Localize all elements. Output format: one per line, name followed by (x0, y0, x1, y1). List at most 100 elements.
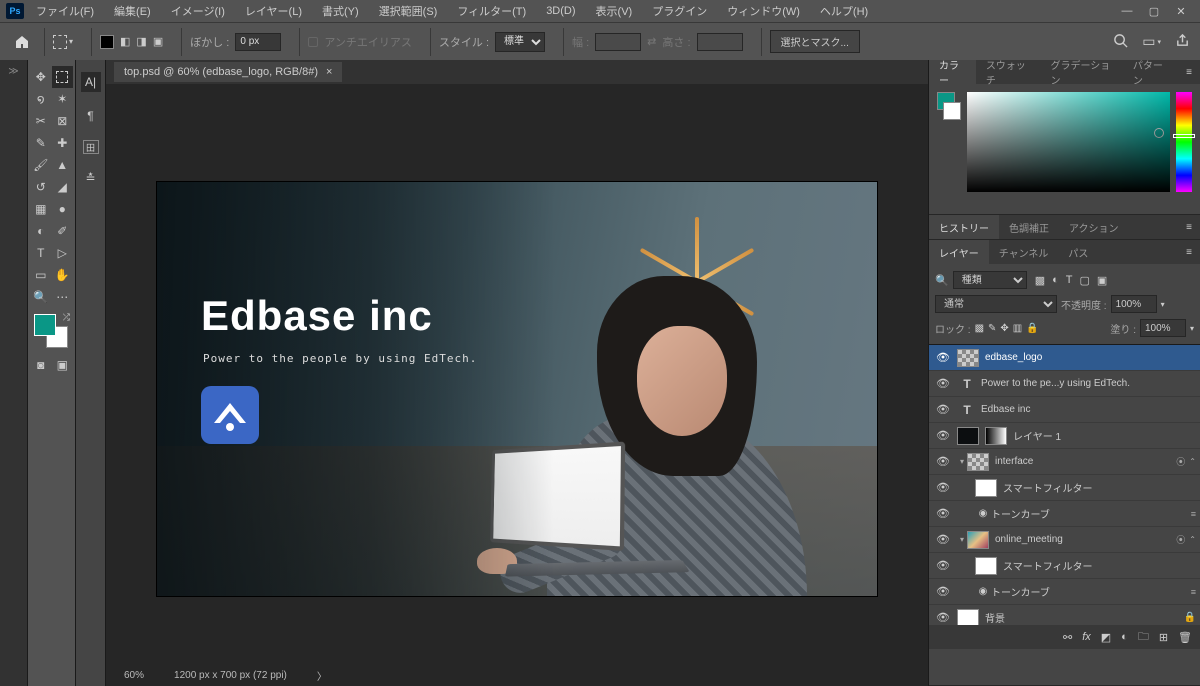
menu-3d[interactable]: 3D(D) (538, 5, 583, 17)
tab-paths[interactable]: パス (1058, 240, 1098, 264)
visibility-toggle-icon[interactable]: 👁 (929, 611, 957, 624)
new-layer-icon[interactable]: ⊞ (1159, 631, 1168, 644)
history-brush-tool-icon[interactable]: ↺ (30, 176, 52, 198)
tab-actions[interactable]: アクション (1059, 215, 1129, 239)
frame-tool-icon[interactable]: ⊠ (52, 110, 74, 132)
visibility-toggle-icon[interactable]: 👁 (929, 377, 957, 390)
filter-settings-icon[interactable]: ≡ (1191, 587, 1196, 597)
tab-adjustments[interactable]: 色調補正 (999, 215, 1059, 239)
filter-settings-icon[interactable]: ≡ (1191, 509, 1196, 519)
visibility-toggle-icon[interactable]: 👁 (929, 585, 957, 598)
filter-pixel-icon[interactable]: ▩ (1035, 274, 1045, 287)
layer-row[interactable]: 👁スマートフィルター (929, 553, 1200, 579)
tab-layers[interactable]: レイヤー (929, 240, 989, 264)
menu-view[interactable]: 表示(V) (588, 3, 641, 19)
move-tool-icon[interactable]: ✥ (30, 66, 52, 88)
dodge-tool-icon[interactable]: ◐ (30, 220, 52, 242)
selection-mode-new[interactable] (100, 35, 114, 49)
opacity-input[interactable] (1111, 295, 1157, 313)
hand-tool-icon[interactable]: ✋ (52, 264, 74, 286)
new-group-icon[interactable]: 🗀 (1138, 628, 1149, 647)
lock-all-icon[interactable]: 🔒 (1026, 323, 1038, 334)
magic-wand-tool-icon[interactable]: ✶ (52, 88, 74, 110)
style-select[interactable]: 標準 (495, 32, 545, 52)
filter-type-icon[interactable]: T (1066, 274, 1073, 287)
layer-mask-icon[interactable]: ◩ (1101, 631, 1111, 644)
filter-adjust-icon[interactable]: ◐ (1052, 274, 1059, 287)
paragraph-panel-icon[interactable]: ¶ (81, 106, 101, 126)
eyedropper-tool-icon[interactable]: ✎ (30, 132, 52, 154)
layer-row[interactable]: 👁背景🔒 (929, 605, 1200, 625)
adjustments-panel-icon[interactable]: ≛ (81, 168, 101, 188)
visibility-toggle-icon[interactable]: 👁 (929, 403, 957, 416)
share-icon[interactable] (1175, 33, 1190, 51)
type-tool-icon[interactable]: T (30, 242, 52, 264)
menu-help[interactable]: ヘルプ(H) (812, 3, 876, 19)
tab-swatches[interactable]: スウォッチ (976, 60, 1041, 84)
window-minimize[interactable]: — (1114, 2, 1140, 20)
layer-row[interactable]: 👁◉トーンカーブ≡ (929, 579, 1200, 605)
filter-shape-icon[interactable]: ▢ (1080, 274, 1090, 287)
menu-filter[interactable]: フィルター(T) (449, 3, 534, 19)
brush-tool-icon[interactable]: 🖌 (30, 154, 52, 176)
panel-menu-icon[interactable]: ≡ (1178, 240, 1200, 264)
selection-mode-subtract-icon[interactable]: ◨ (136, 35, 146, 48)
layer-row[interactable]: 👁▾online_meeting⦿ ⌃ (929, 527, 1200, 553)
search-icon[interactable] (1113, 33, 1128, 51)
zoom-tool-icon[interactable]: 🔍 (30, 286, 52, 308)
blend-mode-select[interactable]: 通常 (935, 295, 1057, 313)
lock-transparency-icon[interactable]: ▩ (975, 323, 984, 334)
quick-mask-icon[interactable]: ◙ (30, 354, 52, 376)
menu-image[interactable]: イメージ(I) (163, 3, 233, 19)
more-tools-icon[interactable]: ⋯ (52, 286, 74, 308)
visibility-toggle-icon[interactable]: 👁 (929, 559, 957, 572)
lock-position-icon[interactable]: ✥ (1000, 323, 1008, 334)
canvas-viewport[interactable]: Edbase inc Power to the people by using … (106, 84, 928, 664)
tab-color[interactable]: カラー (929, 60, 976, 84)
eraser-tool-icon[interactable]: ◢ (52, 176, 74, 198)
window-close[interactable]: ✕ (1168, 2, 1194, 20)
tab-channels[interactable]: チャンネル (989, 240, 1059, 264)
visibility-toggle-icon[interactable]: 👁 (929, 455, 957, 468)
link-layers-icon[interactable]: ⚯ (1063, 631, 1072, 644)
layer-row[interactable]: 👁TPower to the pe...y using EdTech. (929, 371, 1200, 397)
panel-menu-icon[interactable]: ≡ (1178, 215, 1200, 239)
lock-artboard-icon[interactable]: ▥ (1013, 323, 1022, 334)
layer-fx-icon[interactable]: fx (1082, 631, 1091, 643)
layer-row[interactable]: 👁▾interface⦿ ⌃ (929, 449, 1200, 475)
fx-badge[interactable]: ⦿ ⌃ (1176, 533, 1196, 546)
menu-file[interactable]: ファイル(F) (28, 3, 102, 19)
screen-mode-icon[interactable]: ▣ (52, 354, 74, 376)
select-and-mask-button[interactable]: 選択とマスク... (770, 30, 860, 53)
color-mini-swatches[interactable] (937, 92, 961, 206)
layer-row[interactable]: 👁TEdbase inc (929, 397, 1200, 423)
fx-badge[interactable]: ⦿ ⌃ (1176, 455, 1196, 468)
gradient-tool-icon[interactable]: ▦ (30, 198, 52, 220)
menu-select[interactable]: 選択範囲(S) (371, 3, 446, 19)
window-maximize[interactable]: ▢ (1141, 2, 1167, 20)
visibility-toggle-icon[interactable]: 👁 (929, 533, 957, 546)
delete-layer-icon[interactable]: 🗑 (1178, 631, 1192, 644)
status-dimensions[interactable]: 1200 px x 700 px (72 ppi) (174, 670, 287, 681)
visibility-toggle-icon[interactable]: 👁 (929, 429, 957, 442)
menu-layer[interactable]: レイヤー(L) (237, 3, 310, 19)
rectangle-tool-icon[interactable]: ▭ (30, 264, 52, 286)
menu-window[interactable]: ウィンドウ(W) (719, 3, 808, 19)
pen-tool-icon[interactable]: ✐ (52, 220, 74, 242)
character-panel-icon[interactable]: A| (81, 72, 101, 92)
marquee-tool-icon[interactable] (52, 66, 74, 88)
status-chevron-icon[interactable]: 〉 (317, 668, 327, 683)
visibility-toggle-icon[interactable]: 👁 (929, 351, 957, 364)
tab-gradients[interactable]: グラデーション (1040, 60, 1122, 84)
layer-row[interactable]: 👁edbase_logo (929, 345, 1200, 371)
selection-mode-add-icon[interactable]: ◧ (120, 35, 130, 48)
clone-stamp-tool-icon[interactable]: ▲ (52, 154, 74, 176)
selection-mode-intersect-icon[interactable]: ▣ (153, 35, 163, 48)
filter-smart-icon[interactable]: ▣ (1097, 274, 1107, 287)
workspace-switcher-icon[interactable]: ▭▾ (1142, 33, 1161, 51)
layer-row[interactable]: 👁スマートフィルター (929, 475, 1200, 501)
color-field[interactable] (967, 92, 1170, 192)
expand-left-dock-icon[interactable]: ≫ (8, 66, 18, 77)
healing-brush-tool-icon[interactable]: ✚ (52, 132, 74, 154)
chevron-down-icon[interactable]: ▾ (957, 535, 967, 544)
